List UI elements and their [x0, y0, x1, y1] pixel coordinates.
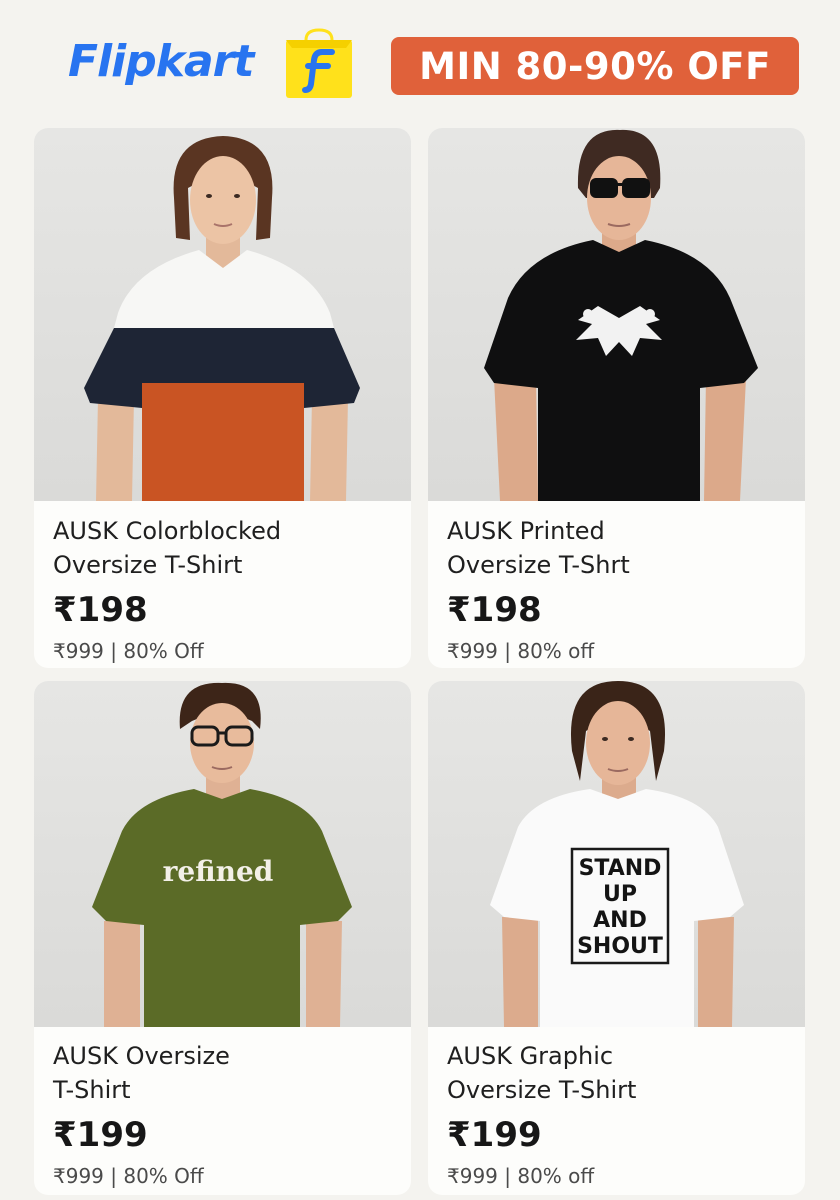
product-title[interactable]: AUSK Colorblocked Oversize T-Shirt	[53, 514, 399, 582]
product-price: ₹198	[53, 590, 148, 630]
offer-banner[interactable]: MIN 80-90% OFF	[391, 37, 799, 95]
shirt-print-line: SHOUT	[577, 934, 663, 959]
product-card[interactable]: refined AUSK Oversize T-Shirt ₹199 ₹999 …	[34, 681, 411, 1195]
product-price: ₹198	[447, 590, 542, 630]
product-image[interactable]: refined	[34, 681, 411, 1027]
product-price: ₹199	[53, 1115, 148, 1155]
product-image[interactable]: STAND UP AND SHOUT	[428, 681, 805, 1027]
shirt-print-line: AND	[593, 908, 647, 933]
product-price: ₹199	[447, 1115, 542, 1155]
product-card[interactable]: AUSK Colorblocked Oversize T-Shirt ₹198 …	[34, 128, 411, 668]
product-image[interactable]	[428, 128, 805, 501]
product-mrp-discount: ₹999 | 80% Off	[53, 1164, 204, 1188]
product-title[interactable]: AUSK Oversize T-Shirt	[53, 1039, 399, 1107]
product-image[interactable]	[34, 128, 411, 501]
product-card[interactable]: STAND UP AND SHOUT AUSK Graphic Oversize…	[428, 681, 805, 1195]
shirt-print-text: refined	[163, 855, 274, 888]
product-mrp-discount: ₹999 | 80% Off	[53, 639, 204, 663]
shopping-bag-logo-icon[interactable]	[284, 28, 354, 98]
product-card[interactable]: AUSK Printed Oversize T-Shrt ₹198 ₹999 |…	[428, 128, 805, 668]
product-title[interactable]: AUSK Graphic Oversize T-Shirt	[447, 1039, 793, 1107]
product-mrp-discount: ₹999 | 80% off	[447, 1164, 595, 1188]
shirt-print-line: STAND	[579, 856, 662, 881]
flipkart-logo-text[interactable]: Flipkart	[68, 36, 254, 87]
product-mrp-discount: ₹999 | 80% off	[447, 639, 595, 663]
product-title[interactable]: AUSK Printed Oversize T-Shrt	[447, 514, 793, 582]
shirt-print-line: UP	[603, 882, 637, 907]
